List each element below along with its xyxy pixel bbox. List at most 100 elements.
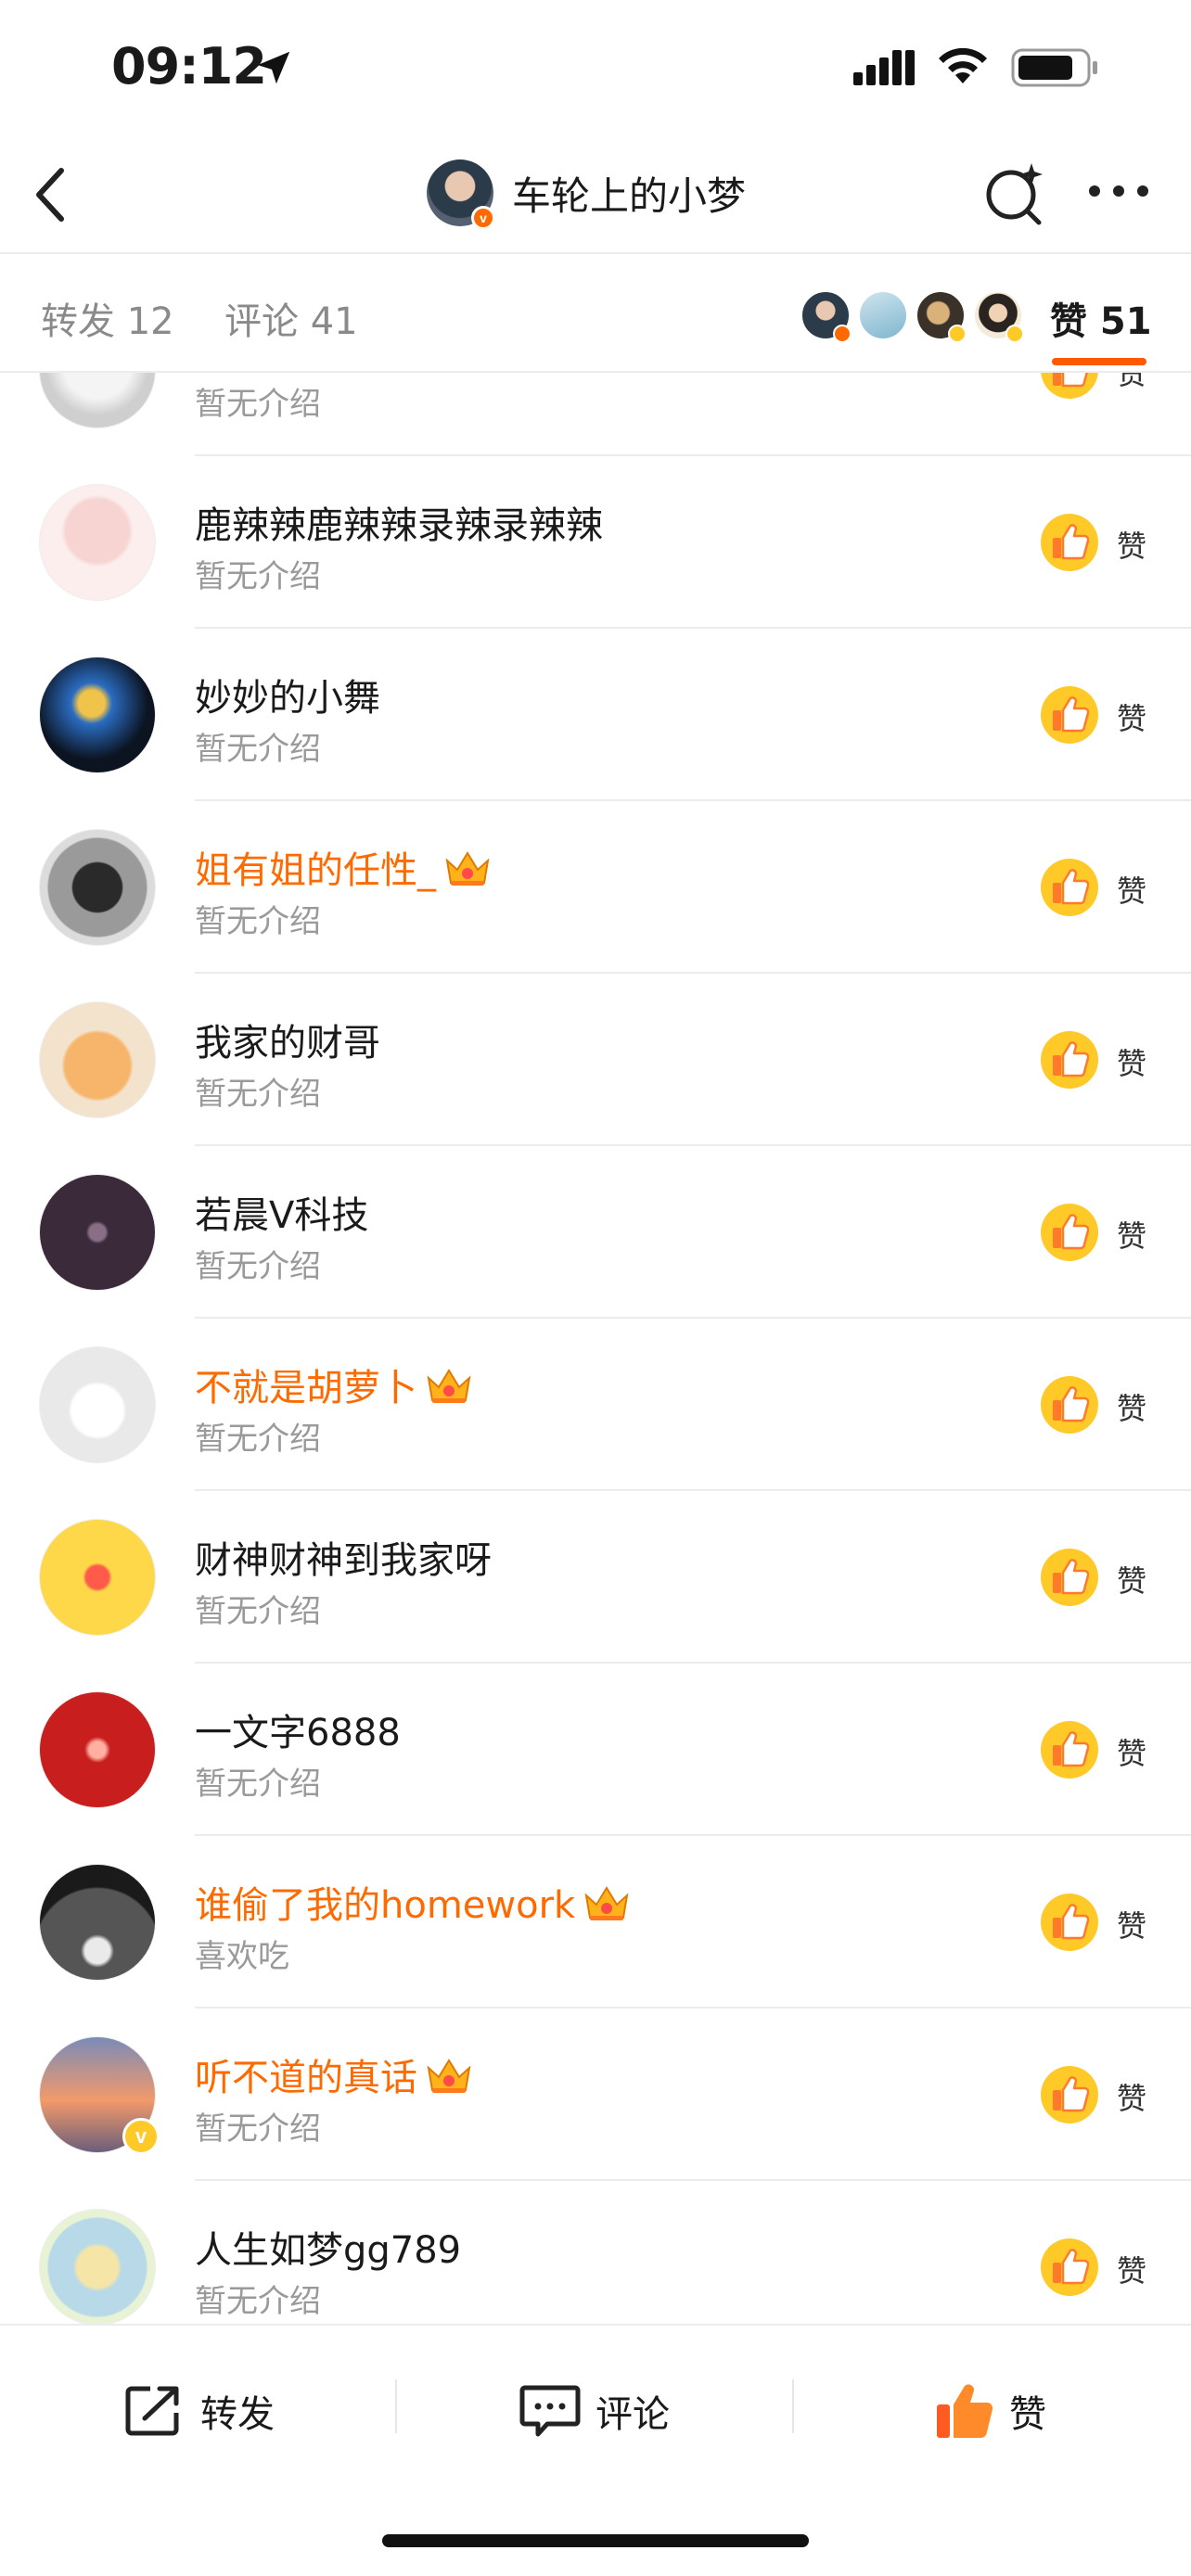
list-item[interactable]: 妙妙的小舞 暂无介绍 赞 (0, 629, 1191, 801)
like-user-button[interactable] (1041, 1204, 1098, 1261)
user-description: 暂无介绍 (195, 903, 321, 940)
tab-forward[interactable]: 转发 12 (41, 291, 174, 345)
like-user-label[interactable]: 赞 (1117, 2248, 1146, 2290)
like-user-button[interactable] (1041, 1894, 1098, 1951)
back-icon[interactable] (28, 159, 74, 230)
list-item[interactable]: 姐有姐的任性_ 暂无介绍 赞 (0, 801, 1191, 974)
avatar[interactable] (39, 1346, 156, 1463)
likes-list[interactable]: 暂无介绍赞鹿辣辣鹿辣辣录辣录辣辣 暂无介绍赞妙妙的小舞 暂无介绍赞姐有姐的任性_ 暂无… (0, 373, 1191, 2324)
like-user-button[interactable] (1041, 2238, 1098, 2296)
user-name-text: 谁偷了我的homework (195, 1884, 576, 1927)
like-user-button[interactable] (1041, 686, 1098, 744)
like-user-button[interactable] (1041, 1376, 1098, 1434)
active-tab-indicator (1052, 358, 1146, 365)
user-description: 暂无介绍 (195, 1248, 321, 1285)
user-name-text: 人生如梦gg789 (195, 2229, 462, 2272)
tab-comment[interactable]: 评论 41 (224, 291, 358, 345)
like-user-label[interactable]: 赞 (1117, 1558, 1146, 1600)
user-name[interactable]: 谁偷了我的homework (195, 1875, 631, 1929)
avatar[interactable] (39, 2209, 156, 2324)
comment-button[interactable]: 评论 (518, 2374, 670, 2448)
battery-icon (1011, 48, 1097, 87)
thumbs-up-icon (1053, 1214, 1089, 1250)
user-description: 暂无介绍 (195, 2283, 321, 2320)
verified-badge-icon (948, 325, 967, 343)
user-name[interactable]: 鹿辣辣鹿辣辣录辣录辣辣 (195, 495, 603, 549)
list-item[interactable]: 人生如梦gg789 暂无介绍 赞 (0, 2181, 1191, 2324)
user-name[interactable]: 财神财神到我家呀 (195, 1530, 492, 1584)
like-user-button[interactable] (1041, 373, 1098, 399)
thumbs-up-icon (1053, 1386, 1089, 1422)
user-name-text: 听不道的真话 (195, 2057, 417, 2099)
avatar[interactable] (39, 1864, 156, 1981)
user-name[interactable]: 人生如梦gg789 (195, 2220, 461, 2274)
like-user-label[interactable]: 赞 (1117, 868, 1146, 911)
vip-crown-icon (427, 2059, 471, 2093)
avatar[interactable] (39, 484, 156, 601)
list-item[interactable]: 不就是胡萝卜暂无介绍 赞 (0, 1319, 1191, 1491)
like-user-button[interactable] (1041, 1549, 1098, 1606)
like-user-button[interactable] (1041, 514, 1098, 571)
user-description: 暂无介绍 (195, 1421, 321, 1458)
wifi-icon (939, 47, 987, 83)
list-item[interactable]: 若晨Ⅴ科技暂无介绍 赞 (0, 1146, 1191, 1319)
like-user-label[interactable]: 赞 (1117, 1903, 1146, 1945)
search-icon[interactable] (981, 159, 1048, 226)
avatar[interactable] (39, 1174, 156, 1291)
vip-crown-icon (427, 1369, 471, 1403)
list-item[interactable]: 我家的财哥暂无介绍 赞 (0, 974, 1191, 1146)
user-name-text: 若晨Ⅴ科技 (195, 1194, 369, 1237)
thumbs-up-icon (1053, 869, 1089, 905)
user-description: 喜欢吃 (195, 1938, 289, 1975)
avatar[interactable] (39, 1519, 156, 1636)
like-user-label[interactable]: 赞 (1117, 695, 1146, 738)
user-name[interactable]: 若晨Ⅴ科技 (195, 1185, 368, 1239)
user-name[interactable]: 妙妙的小舞 (195, 668, 380, 721)
like-user-button[interactable] (1041, 2066, 1098, 2123)
list-item[interactable]: 鹿辣辣鹿辣辣录辣录辣辣 暂无介绍 赞 (0, 456, 1191, 629)
user-description: 暂无介绍 (195, 1076, 321, 1113)
avatar[interactable] (39, 373, 156, 428)
user-name-text: 一文字6888 (195, 1712, 401, 1754)
user-name[interactable]: 一文字6888 (195, 1702, 401, 1756)
more-icon[interactable] (1087, 180, 1150, 202)
avatar[interactable] (39, 1001, 156, 1118)
user-name[interactable]: 我家的财哥 (195, 1013, 380, 1066)
like-user-button[interactable] (1041, 1721, 1098, 1779)
page-title[interactable]: 车轮上的小梦 (512, 165, 746, 222)
avatar[interactable] (39, 1691, 156, 1808)
forward-label: 转发 (200, 2393, 275, 2436)
user-name[interactable]: 姐有姐的任性_ (195, 840, 492, 894)
thumbs-up-icon (1053, 1041, 1089, 1078)
like-user-label[interactable]: 赞 (1117, 1730, 1146, 1773)
forward-button[interactable]: 转发 (122, 2374, 275, 2448)
list-item[interactable]: 暂无介绍 赞 (0, 373, 1191, 456)
divider (395, 2379, 397, 2433)
user-name-text: 我家的财哥 (195, 1022, 380, 1065)
user-name[interactable]: 不就是胡萝卜 (195, 1358, 473, 1411)
like-user-label[interactable]: 赞 (1117, 1040, 1146, 1083)
avatar[interactable] (39, 657, 156, 773)
like-user-label[interactable]: 赞 (1117, 2075, 1146, 2118)
like-button[interactable]: 赞 (933, 2374, 1046, 2448)
tab-bar: 转发 12 评论 41 赞 51 (0, 252, 1191, 373)
like-user-button[interactable] (1041, 1031, 1098, 1089)
vip-crown-icon (584, 1886, 629, 1920)
liker-avatar (857, 289, 909, 341)
avatar[interactable] (39, 829, 156, 946)
list-item[interactable]: v 听不道的真话 暂无介绍 赞 (0, 2009, 1191, 2181)
status-time: 09:12 (111, 37, 267, 96)
like-user-label[interactable]: 赞 (1117, 1213, 1146, 1256)
user-name[interactable]: 听不道的真话 (195, 2047, 473, 2101)
verified-badge-icon (1005, 325, 1024, 343)
comment-icon (519, 2385, 581, 2437)
tab-like[interactable]: 赞 51 (1050, 291, 1152, 345)
like-user-label[interactable]: 赞 (1117, 1385, 1146, 1428)
list-item[interactable]: 财神财神到我家呀 暂无介绍 赞 (0, 1491, 1191, 1664)
list-item[interactable]: 一文字6888 暂无介绍 赞 (0, 1664, 1191, 1836)
thumbs-up-icon (1053, 1731, 1089, 1767)
like-user-label[interactable]: 赞 (1117, 373, 1146, 393)
like-user-label[interactable]: 赞 (1117, 523, 1146, 566)
like-user-button[interactable] (1041, 859, 1098, 916)
list-item[interactable]: 谁偷了我的homework 喜欢吃 赞 (0, 1836, 1191, 2009)
